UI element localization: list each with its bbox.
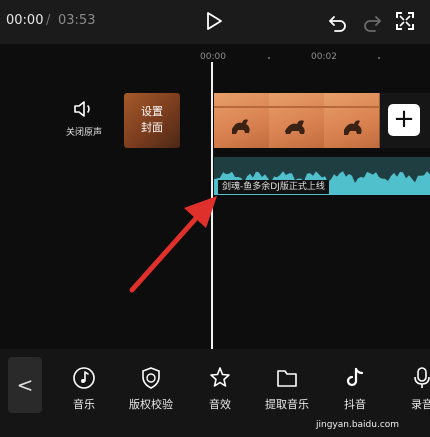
tool-record-label: 录音 <box>411 398 430 411</box>
tool-tiktok[interactable]: 抖音 <box>325 364 385 412</box>
ruler-tick-0: 00:00 <box>200 52 226 62</box>
audio-clip-title: 剑魂-鱼多余DJ版正式上线 <box>218 180 329 194</box>
folder-icon <box>277 370 297 387</box>
tool-record[interactable]: 录音 <box>392 364 430 412</box>
ruler-dot <box>378 57 380 59</box>
tool-sound-effect[interactable]: 音效 <box>190 364 250 412</box>
microphone-icon <box>414 367 430 388</box>
ruler-tick-1: 00:02 <box>311 52 337 62</box>
watermark-text: jingyan.baidu.com <box>316 420 400 430</box>
video-clip-track[interactable] <box>214 93 380 148</box>
red-arrow-annotation <box>129 196 217 293</box>
copyright-shield-icon <box>142 367 160 389</box>
mute-original-sound-label[interactable]: 关闭原声 <box>66 125 102 138</box>
tool-extract-music[interactable]: 提取音乐 <box>257 364 317 412</box>
play-icon[interactable] <box>204 11 224 31</box>
current-time: 00:00 <box>6 13 44 28</box>
video-frame-thumbnail <box>269 93 325 148</box>
chevron-left-icon: < <box>16 373 34 397</box>
tool-music-label: 音乐 <box>73 398 95 411</box>
fullscreen-icon[interactable] <box>396 12 414 30</box>
total-time: 03:53 <box>58 13 96 28</box>
tool-sound-effect-label: 音效 <box>209 398 231 411</box>
time-separator: / <box>46 13 51 28</box>
tiktok-icon <box>346 367 364 387</box>
plus-icon: + <box>393 104 415 134</box>
back-button[interactable]: < <box>8 357 42 413</box>
tool-copyright-label: 版权校验 <box>129 398 173 411</box>
tool-music[interactable]: 音乐 <box>54 364 114 412</box>
music-icon <box>73 367 95 389</box>
redo-icon[interactable] <box>362 12 382 32</box>
video-frame-thumbnail <box>214 93 270 148</box>
ruler-dot <box>268 57 270 59</box>
sound-effect-star-icon <box>210 367 230 387</box>
video-frame-thumbnail <box>324 93 380 148</box>
add-clip-button[interactable]: + <box>388 104 420 136</box>
set-cover-label[interactable]: 设置 封面 <box>124 104 180 136</box>
tool-tiktok-label: 抖音 <box>344 398 366 411</box>
speaker-icon[interactable] <box>72 99 94 119</box>
tool-copyright-check[interactable]: 版权校验 <box>121 364 181 412</box>
tool-extract-music-label: 提取音乐 <box>265 398 309 411</box>
undo-icon[interactable] <box>328 12 348 32</box>
